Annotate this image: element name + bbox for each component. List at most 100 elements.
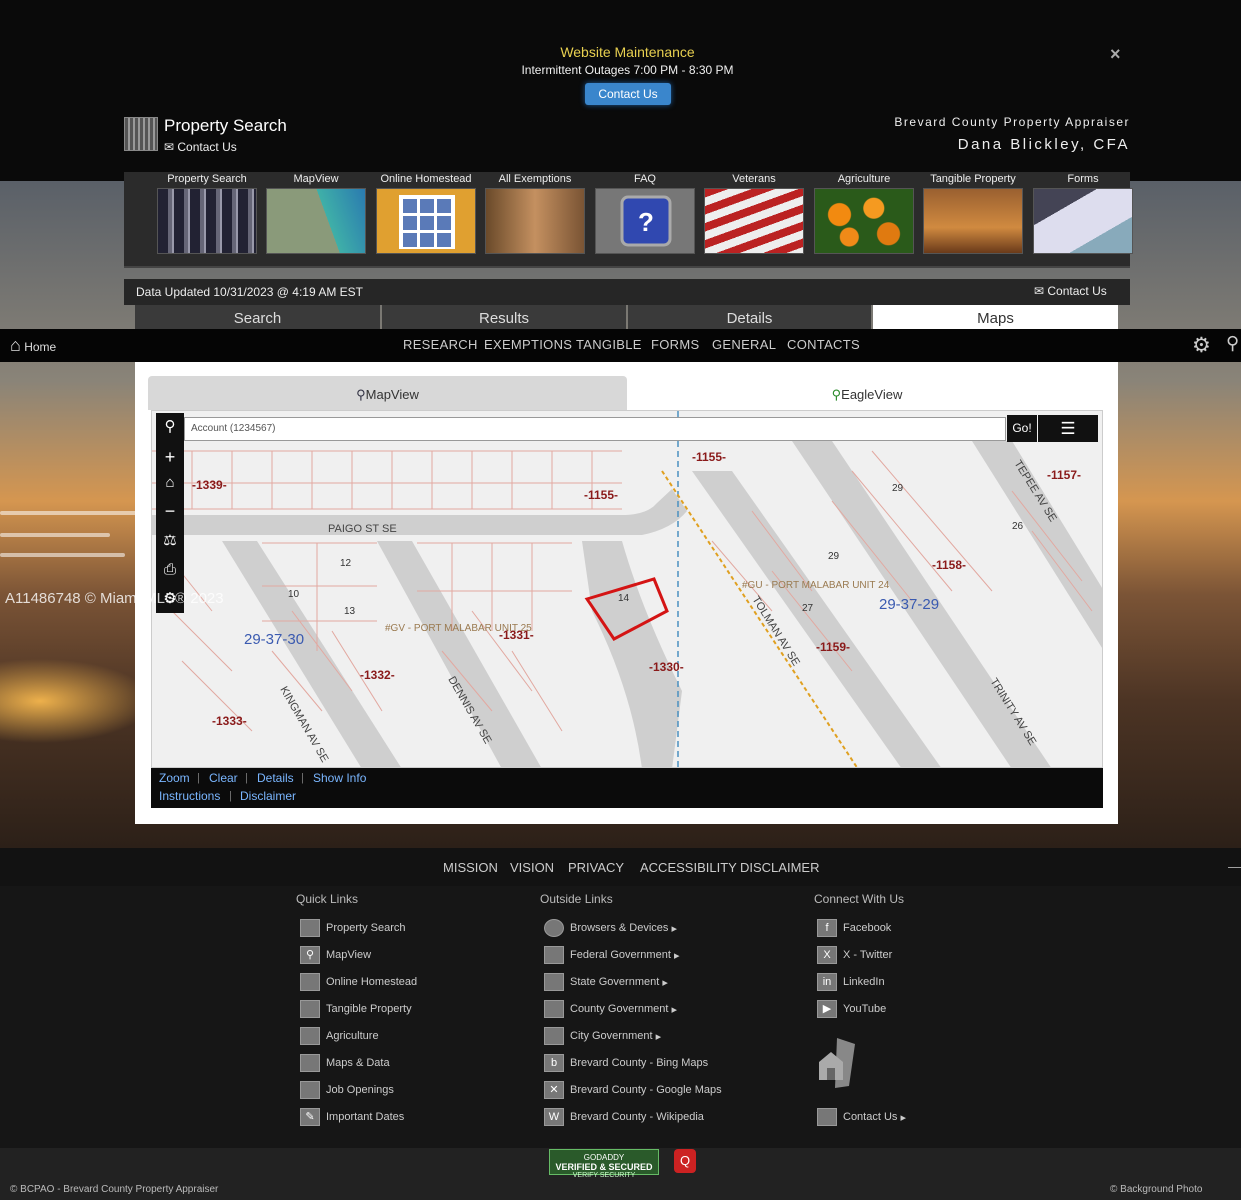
link-label: Property Search bbox=[326, 922, 406, 934]
quick-link-important-dates[interactable]: ✎ Important Dates bbox=[300, 1108, 404, 1126]
home-extent-icon[interactable]: ⌂ bbox=[156, 474, 184, 491]
banner-contact-button[interactable]: Contact Us bbox=[585, 83, 671, 105]
menu-general[interactable]: GENERAL bbox=[712, 337, 776, 352]
zoom-out-icon[interactable]: − bbox=[156, 501, 184, 522]
connect-youtube[interactable]: ▶ YouTube bbox=[817, 1000, 886, 1018]
subtab-mapview[interactable]: ⚲MapView bbox=[148, 376, 627, 410]
quick-link-job-openings[interactable]: Job Openings bbox=[300, 1081, 394, 1099]
appraiser-name: Dana Blickley, CFA bbox=[957, 136, 1130, 153]
quick-link-tangible-property[interactable]: Tangible Property bbox=[300, 1000, 412, 1018]
menu-research[interactable]: RESEARCH bbox=[403, 337, 478, 352]
quick-link-agriculture[interactable]: Agriculture bbox=[300, 1027, 379, 1045]
outside-links-heading: Outside Links bbox=[540, 892, 613, 906]
caret-right-icon: ▸ bbox=[662, 976, 668, 989]
outside-link-google[interactable]: ✕ Brevard County - Google Maps bbox=[544, 1081, 722, 1099]
outside-link-wikipedia[interactable]: W Brevard County - Wikipedia bbox=[544, 1108, 704, 1126]
outside-link-bing[interactable]: b Brevard County - Bing Maps bbox=[544, 1054, 708, 1072]
nav-item-property-search[interactable]: Property Search bbox=[153, 172, 261, 262]
nav-item-veterans[interactable]: Veterans bbox=[700, 172, 808, 262]
gear-icon[interactable]: ⚙ bbox=[1192, 333, 1211, 358]
quick-link-maps-data[interactable]: Maps & Data bbox=[300, 1054, 390, 1072]
tab-search[interactable]: Search bbox=[135, 305, 380, 329]
city-icon bbox=[544, 1027, 564, 1045]
print-icon[interactable]: ⎙ bbox=[156, 561, 184, 578]
quick-link-online-homestead[interactable]: Online Homestead bbox=[300, 973, 417, 991]
nav-item-mapview[interactable]: MapView bbox=[262, 172, 370, 262]
map-link-zoom[interactable]: Zoom bbox=[159, 771, 190, 785]
connect-facebook[interactable]: f Facebook bbox=[817, 919, 891, 937]
map-link-clear[interactable]: Clear bbox=[209, 771, 238, 785]
background-photo-credit[interactable]: © Background Photo bbox=[1110, 1184, 1202, 1195]
pen-icon: ✎ bbox=[300, 1108, 320, 1126]
outside-link-city[interactable]: City Government ▸ bbox=[544, 1027, 661, 1045]
outside-link-browsers[interactable]: Browsers & Devices ▸ bbox=[544, 919, 677, 937]
account-search-input[interactable]: Account (1234567) bbox=[184, 417, 1006, 441]
connect-twitter[interactable]: X X - Twitter bbox=[817, 946, 892, 964]
outside-link-state[interactable]: State Government ▸ bbox=[544, 973, 668, 991]
nav-label: Tangible Property bbox=[930, 173, 1016, 185]
map-link-details[interactable]: Details bbox=[257, 771, 294, 785]
tab-maps[interactable]: Maps bbox=[873, 305, 1118, 329]
job-openings-icon bbox=[300, 1081, 320, 1099]
nav-item-agriculture[interactable]: Agriculture bbox=[810, 172, 918, 262]
nav-item-forms[interactable]: Forms bbox=[1029, 172, 1137, 262]
forms-thumbnail bbox=[1033, 188, 1133, 254]
footer-accessibility[interactable]: ACCESSIBILITY bbox=[640, 860, 737, 875]
footer-vision[interactable]: VISION bbox=[510, 860, 554, 875]
caret-right-icon: ▸ bbox=[671, 922, 678, 935]
subtab-eagleview[interactable]: ⚲EagleView bbox=[628, 376, 1106, 410]
search-icon[interactable]: ⚲ bbox=[156, 417, 184, 435]
outside-link-federal[interactable]: Federal Government ▸ bbox=[544, 946, 679, 964]
link-label: Facebook bbox=[843, 922, 892, 934]
link-label: Federal Government bbox=[570, 949, 671, 961]
quick-link-property-search[interactable]: Property Search bbox=[300, 919, 405, 937]
house-icon: ⌂ bbox=[10, 335, 21, 355]
parcel-map[interactable]: PAIGO ST SE KINGMAN AV SE DENNIS AV SE T… bbox=[151, 410, 1103, 768]
link-label: Tangible Property bbox=[326, 1003, 412, 1015]
quick-links-heading: Quick Links bbox=[296, 892, 359, 906]
map-section-left: 29-37-30 bbox=[244, 631, 304, 648]
connect-linkedin[interactable]: in LinkedIn bbox=[817, 973, 885, 991]
connect-heading: Connect With Us bbox=[814, 892, 905, 906]
home-link[interactable]: ⌂ Home bbox=[10, 335, 56, 356]
outside-link-county[interactable]: County Government ▸ bbox=[544, 1000, 677, 1018]
tab-details[interactable]: Details bbox=[628, 305, 871, 329]
nav-item-faq[interactable]: FAQ ? bbox=[591, 172, 699, 262]
footer-disclaimer[interactable]: DISCLAIMER bbox=[740, 860, 819, 875]
footer-privacy[interactable]: PRIVACY bbox=[568, 860, 624, 875]
quick-link-mapview[interactable]: ⚲ MapView bbox=[300, 946, 371, 964]
go-button[interactable]: Go! bbox=[1007, 415, 1037, 442]
data-contact-link[interactable]: ✉ Contact Us bbox=[1034, 284, 1107, 298]
tab-results[interactable]: Results bbox=[382, 305, 626, 329]
nav-item-tangible-property[interactable]: Tangible Property bbox=[919, 172, 1027, 262]
footer-mission[interactable]: MISSION bbox=[443, 860, 498, 875]
map-link-show-info[interactable]: Show Info bbox=[313, 771, 366, 785]
nav-item-online-homestead[interactable]: Online Homestead bbox=[372, 172, 480, 262]
search-icon[interactable]: ⚲ bbox=[1226, 333, 1239, 354]
zoom-in-icon[interactable]: + bbox=[156, 447, 184, 468]
map-link-disclaimer[interactable]: Disclaimer bbox=[240, 789, 296, 803]
menu-exemptions[interactable]: EXEMPTIONS bbox=[484, 337, 572, 352]
separator: | bbox=[229, 790, 232, 802]
brand-contact-link[interactable]: ✉ Contact Us bbox=[164, 140, 237, 154]
brand-title[interactable]: Property Search bbox=[164, 116, 287, 136]
hamburger-menu-icon[interactable]: ☰ bbox=[1038, 415, 1098, 442]
collapse-icon[interactable]: — bbox=[1228, 858, 1241, 874]
menu-forms[interactable]: FORMS bbox=[651, 337, 699, 352]
close-icon[interactable]: × bbox=[1110, 44, 1121, 65]
menu-contacts[interactable]: CONTACTS bbox=[787, 337, 860, 352]
restaurant-thumbnail bbox=[923, 188, 1023, 254]
menu-tangible[interactable]: TANGIBLE bbox=[576, 337, 642, 352]
q-badge-icon[interactable]: Q bbox=[674, 1149, 696, 1173]
window-thumbnail bbox=[376, 188, 476, 254]
map-block: -1339- bbox=[192, 478, 227, 492]
nav-item-all-exemptions[interactable]: All Exemptions bbox=[481, 172, 589, 262]
godaddy-verified-badge[interactable]: GODADDY VERIFIED & SECURED VERIFY SECURI… bbox=[549, 1149, 659, 1179]
connect-contact-us[interactable]: Contact Us ▸ bbox=[817, 1108, 906, 1126]
house-brevard-icon[interactable] bbox=[815, 1034, 871, 1090]
map-link-instructions[interactable]: Instructions bbox=[159, 789, 220, 803]
svg-text:13: 13 bbox=[344, 606, 356, 617]
measure-compass-icon[interactable]: ⚖ bbox=[156, 531, 184, 549]
nav-label: Agriculture bbox=[837, 173, 891, 185]
link-label: X - Twitter bbox=[843, 949, 893, 961]
